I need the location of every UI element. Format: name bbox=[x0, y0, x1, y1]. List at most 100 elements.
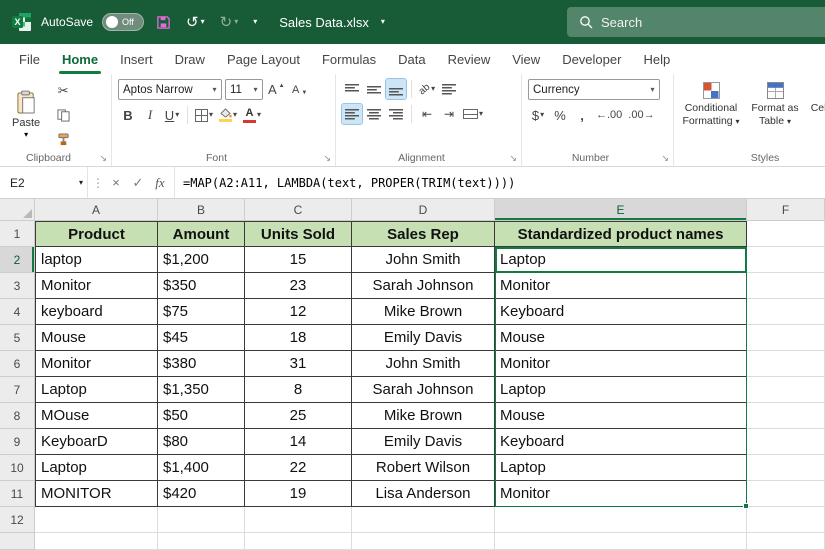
cell-E6[interactable]: Monitor bbox=[495, 351, 747, 377]
cell-C11[interactable]: 19 bbox=[245, 481, 352, 507]
align-bottom-button[interactable] bbox=[386, 79, 406, 99]
cell-F10[interactable] bbox=[747, 455, 825, 481]
column-header-B[interactable]: B bbox=[158, 199, 245, 221]
comma-style-icon[interactable]: , bbox=[572, 105, 592, 125]
cell-C13[interactable] bbox=[245, 533, 352, 550]
tab-review[interactable]: Review bbox=[437, 44, 502, 74]
percent-style-icon[interactable]: % bbox=[550, 105, 570, 125]
underline-button[interactable]: U bbox=[162, 105, 182, 125]
copy-icon[interactable] bbox=[53, 105, 73, 125]
tab-developer[interactable]: Developer bbox=[551, 44, 632, 74]
cell-D13[interactable] bbox=[352, 533, 495, 550]
document-title-chevron[interactable] bbox=[378, 16, 388, 28]
cell-C2[interactable]: 15 bbox=[245, 247, 352, 273]
column-header-C[interactable]: C bbox=[245, 199, 352, 221]
tab-data[interactable]: Data bbox=[387, 44, 436, 74]
cell-D6[interactable]: John Smith bbox=[352, 351, 495, 377]
cell-B2[interactable]: $1,200 bbox=[158, 247, 245, 273]
paste-button[interactable]: Paste bbox=[6, 88, 46, 141]
font-size-combobox[interactable]: 11 bbox=[225, 79, 263, 100]
tab-help[interactable]: Help bbox=[632, 44, 681, 74]
row-header-13[interactable] bbox=[0, 533, 35, 550]
cell-A6[interactable]: Monitor bbox=[35, 351, 158, 377]
align-left-button[interactable] bbox=[342, 104, 362, 124]
row-header-12[interactable]: 12 bbox=[0, 507, 35, 533]
tab-home[interactable]: Home bbox=[51, 44, 109, 74]
cell-A11[interactable]: MONITOR bbox=[35, 481, 158, 507]
row-header-3[interactable]: 3 bbox=[0, 273, 35, 299]
clipboard-dialog-launcher-icon[interactable] bbox=[99, 154, 107, 163]
cell-C3[interactable]: 23 bbox=[245, 273, 352, 299]
cell-E5[interactable]: Mouse bbox=[495, 325, 747, 351]
cell-A2[interactable]: laptop bbox=[35, 247, 158, 273]
row-header-6[interactable]: 6 bbox=[0, 351, 35, 377]
cell-F11[interactable] bbox=[747, 481, 825, 507]
column-header-D[interactable]: D bbox=[352, 199, 495, 221]
excel-logo-icon[interactable]: X bbox=[12, 12, 32, 32]
accounting-format-button[interactable]: $ bbox=[528, 105, 548, 125]
row-header-5[interactable]: 5 bbox=[0, 325, 35, 351]
format-as-table-button[interactable]: Format as Table bbox=[744, 79, 806, 130]
row-header-11[interactable]: 11 bbox=[0, 481, 35, 507]
fill-handle[interactable] bbox=[743, 503, 749, 509]
cell-B3[interactable]: $350 bbox=[158, 273, 245, 299]
cell-E12[interactable] bbox=[495, 507, 747, 533]
cell-F5[interactable] bbox=[747, 325, 825, 351]
orientation-button[interactable]: ab bbox=[417, 79, 437, 99]
increase-indent-icon[interactable]: ⇥ bbox=[439, 104, 459, 124]
cell-A10[interactable]: Laptop bbox=[35, 455, 158, 481]
cell-B6[interactable]: $380 bbox=[158, 351, 245, 377]
cell-E11[interactable]: Monitor bbox=[495, 481, 747, 507]
cell-D1[interactable]: Sales Rep bbox=[352, 221, 495, 247]
search-box[interactable]: Search bbox=[567, 7, 825, 37]
enter-icon[interactable]: ✓ bbox=[128, 173, 148, 193]
cell-A8[interactable]: MOuse bbox=[35, 403, 158, 429]
cell-E9[interactable]: Keyboard bbox=[495, 429, 747, 455]
cell-B9[interactable]: $80 bbox=[158, 429, 245, 455]
align-center-button[interactable] bbox=[364, 104, 384, 124]
cell-A5[interactable]: Mouse bbox=[35, 325, 158, 351]
cell-A7[interactable]: Laptop bbox=[35, 377, 158, 403]
document-title[interactable]: Sales Data.xlsx bbox=[279, 15, 369, 30]
autosave-toggle[interactable]: Off bbox=[102, 13, 144, 31]
cancel-icon[interactable]: × bbox=[106, 173, 126, 193]
cell-E7[interactable]: Laptop bbox=[495, 377, 747, 403]
cell-F12[interactable] bbox=[747, 507, 825, 533]
align-right-button[interactable] bbox=[386, 104, 406, 124]
number-dialog-launcher-icon[interactable] bbox=[661, 154, 669, 163]
row-header-10[interactable]: 10 bbox=[0, 455, 35, 481]
cell-A4[interactable]: keyboard bbox=[35, 299, 158, 325]
cell-D2[interactable]: John Smith bbox=[352, 247, 495, 273]
cell-D9[interactable]: Emily Davis bbox=[352, 429, 495, 455]
cell-F2[interactable] bbox=[747, 247, 825, 273]
cell-F8[interactable] bbox=[747, 403, 825, 429]
increase-font-size-button[interactable]: A bbox=[266, 80, 287, 100]
cell-F1[interactable] bbox=[747, 221, 825, 247]
tab-formulas[interactable]: Formulas bbox=[311, 44, 387, 74]
select-all-button[interactable] bbox=[0, 199, 35, 221]
cell-E4[interactable]: Keyboard bbox=[495, 299, 747, 325]
row-header-7[interactable]: 7 bbox=[0, 377, 35, 403]
tab-view[interactable]: View bbox=[501, 44, 551, 74]
cell-A9[interactable]: KeyboarD bbox=[35, 429, 158, 455]
cell-E3[interactable]: Monitor bbox=[495, 273, 747, 299]
row-header-2[interactable]: 2 bbox=[0, 247, 35, 273]
cell-F13[interactable] bbox=[747, 533, 825, 550]
cell-F6[interactable] bbox=[747, 351, 825, 377]
cell-B8[interactable]: $50 bbox=[158, 403, 245, 429]
cell-F7[interactable] bbox=[747, 377, 825, 403]
cell-styles-button[interactable]: Cell Styles bbox=[808, 79, 825, 118]
cell-F4[interactable] bbox=[747, 299, 825, 325]
decrease-font-size-button[interactable]: A bbox=[290, 80, 310, 100]
alignment-dialog-launcher-icon[interactable] bbox=[509, 154, 517, 163]
row-header-1[interactable]: 1 bbox=[0, 221, 35, 247]
cell-D4[interactable]: Mike Brown bbox=[352, 299, 495, 325]
tab-insert[interactable]: Insert bbox=[109, 44, 164, 74]
quick-access-toolbar-chevron[interactable] bbox=[250, 16, 260, 28]
decrease-indent-icon[interactable]: ⇤ bbox=[417, 104, 437, 124]
cell-B7[interactable]: $1,350 bbox=[158, 377, 245, 403]
conditional-formatting-button[interactable]: Conditional Formatting bbox=[680, 79, 742, 130]
tab-page-layout[interactable]: Page Layout bbox=[216, 44, 311, 74]
cell-B11[interactable]: $420 bbox=[158, 481, 245, 507]
cell-C4[interactable]: 12 bbox=[245, 299, 352, 325]
